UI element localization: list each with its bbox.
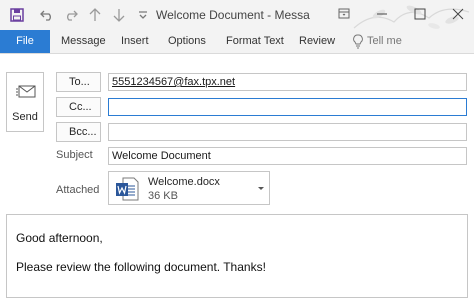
customize-icon[interactable] — [134, 6, 152, 24]
cc-input[interactable] — [112, 99, 466, 115]
attached-label: Attached — [56, 184, 100, 196]
tell-me-search[interactable]: Tell me — [367, 30, 402, 53]
undo-icon[interactable] — [38, 6, 56, 24]
attachment-size: 36 KB — [148, 190, 178, 202]
send-label: Send — [12, 111, 38, 123]
body-greeting: Good afternoon, — [16, 231, 103, 245]
bcc-button[interactable]: Bcc... — [56, 122, 101, 142]
ribbon-tabs: File Message Insert Options Format Text … — [0, 30, 474, 54]
down-arrow-icon[interactable] — [110, 6, 128, 24]
tab-message[interactable]: Message — [61, 30, 106, 53]
chevron-down-icon[interactable] — [257, 184, 265, 192]
subject-value[interactable]: Welcome Document — [112, 150, 211, 162]
to-button[interactable]: To... — [56, 72, 101, 92]
to-field[interactable]: 5551234567@fax.tpx.net — [108, 73, 467, 91]
message-body[interactable]: Good afternoon, Please review the follow… — [6, 214, 468, 298]
cc-button[interactable]: Cc... — [56, 97, 101, 117]
attachment-card[interactable]: Welcome.docx 36 KB — [108, 171, 270, 205]
bcc-field[interactable] — [108, 123, 467, 141]
bcc-input[interactable] — [112, 124, 466, 140]
word-document-icon — [116, 177, 139, 201]
cc-field[interactable] — [108, 98, 467, 116]
save-icon[interactable] — [8, 6, 26, 24]
tab-options[interactable]: Options — [168, 30, 206, 53]
minimize-icon[interactable] — [374, 6, 390, 22]
send-button[interactable]: Send — [6, 72, 44, 132]
body-text: Please review the following document. Th… — [16, 260, 266, 274]
ribbon-display-options-icon[interactable] — [336, 6, 352, 22]
send-envelope-icon — [16, 85, 36, 98]
title-bar: Welcome Document - Messa — [0, 0, 474, 30]
lightbulb-icon — [353, 34, 363, 49]
subject-field[interactable]: Welcome Document — [108, 147, 467, 165]
close-icon[interactable] — [450, 6, 466, 22]
window-title: Welcome Document - Messa — [156, 8, 310, 22]
tab-file[interactable]: File — [0, 30, 50, 53]
to-recipient[interactable]: 5551234567@fax.tpx.net — [112, 76, 235, 88]
redo-icon[interactable] — [62, 6, 80, 24]
tab-review[interactable]: Review — [299, 30, 335, 53]
subject-label: Subject — [56, 149, 93, 161]
up-arrow-icon[interactable] — [86, 6, 104, 24]
tab-format-text[interactable]: Format Text — [226, 30, 284, 53]
attachment-name: Welcome.docx — [148, 176, 220, 188]
maximize-icon[interactable] — [412, 6, 428, 22]
tab-insert[interactable]: Insert — [121, 30, 149, 53]
